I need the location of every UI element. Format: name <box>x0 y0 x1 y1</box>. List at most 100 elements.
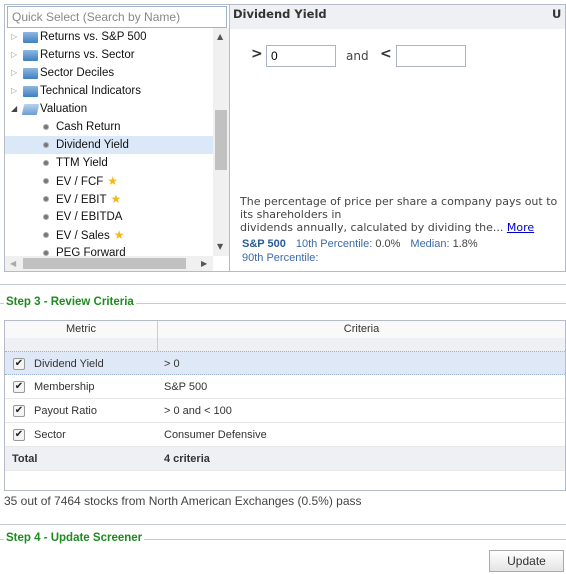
p90-label: 90th Percentile: <box>242 252 319 264</box>
vertical-scrollbar[interactable]: ▲ ▼ <box>213 28 229 256</box>
scroll-up-icon[interactable]: ▲ <box>217 32 223 41</box>
collapsed-arrow-icon[interactable]: ▷ <box>11 46 17 64</box>
tree-leaf-label: PEG Forward <box>56 247 126 256</box>
column-header-metric[interactable]: Metric <box>5 321 158 351</box>
row-checkbox[interactable]: ✔ <box>13 405 25 417</box>
tree-leaf[interactable]: EV / FCF ★ <box>5 172 213 190</box>
pass-count-status: 35 out of 7464 stocks from North America… <box>4 494 362 508</box>
criteria-cell: > 0 and < 100 <box>164 405 232 417</box>
stats-index-label: S&P 500 <box>242 238 286 250</box>
metric-tree-panel: ▷Returns vs. S&P 500▷Returns vs. Sector▷… <box>4 4 230 272</box>
more-link[interactable]: More <box>507 221 534 234</box>
tree-folder-label: Returns vs. Sector <box>40 49 135 61</box>
criteria-cell: Consumer Defensive <box>164 429 267 441</box>
criteria-row[interactable]: ✔ Payout Ratio > 0 and < 100 <box>5 399 565 423</box>
folder-icon <box>23 50 38 61</box>
expanded-arrow-icon[interactable]: ◢ <box>11 100 17 118</box>
row-checkbox[interactable]: ✔ <box>13 381 25 393</box>
metric-cell: Membership <box>34 381 95 393</box>
folder-icon <box>23 86 38 97</box>
bullet-icon <box>43 160 49 166</box>
tree-leaf-label: EV / Sales <box>56 230 110 242</box>
divider <box>0 284 566 285</box>
star-icon: ★ <box>110 192 122 206</box>
collapsed-arrow-icon[interactable]: ▷ <box>11 82 17 100</box>
criteria-row[interactable]: ✔ Membership S&P 500 <box>5 375 565 399</box>
step4-title: Step 4 - Update Screener <box>4 532 145 544</box>
tree-leaf-label: Dividend Yield <box>56 139 129 151</box>
description-line: dividends annually, calculated by dividi… <box>240 221 507 234</box>
metric-cell: Dividend Yield <box>34 358 104 370</box>
median-label: Median: <box>410 238 450 250</box>
bullet-icon <box>43 196 49 202</box>
median-value: 1.8% <box>452 238 478 250</box>
scroll-right-icon[interactable]: ▶ <box>201 259 207 268</box>
p10-label: 10th Percentile: <box>295 238 373 250</box>
tree-folder[interactable]: ▷ Sector Deciles <box>5 64 213 82</box>
criteria-table: Metric Criteria ✔ Dividend Yield > 0 ✔ Membe… <box>4 320 566 491</box>
max-value-input[interactable] <box>396 45 466 67</box>
header-right-label: U <box>552 7 562 21</box>
total-value: 4 criteria <box>164 453 210 465</box>
star-icon: ★ <box>113 228 125 242</box>
detail-header: Dividend Yield U <box>230 5 565 29</box>
bullet-icon <box>43 124 49 130</box>
description-line: The percentage of price per share a comp… <box>240 195 558 221</box>
p10-value: 0.0% <box>375 238 401 250</box>
scroll-down-icon[interactable]: ▼ <box>217 242 223 251</box>
metric-cell: Payout Ratio <box>34 405 97 417</box>
tree-folder-label: Valuation <box>40 103 88 115</box>
scrollbar-thumb[interactable] <box>23 258 186 269</box>
collapsed-arrow-icon[interactable]: ▷ <box>11 64 17 82</box>
min-value-input[interactable] <box>266 45 336 67</box>
less-than-icon: < <box>380 46 392 62</box>
row-checkbox[interactable]: ✔ <box>13 358 25 370</box>
bullet-icon <box>43 178 49 184</box>
tree-leaf-label: EV / EBIT <box>56 194 107 206</box>
tree-folder-label: Sector Deciles <box>40 67 115 79</box>
tree-folder[interactable]: ▷ Returns vs. Sector <box>5 46 213 64</box>
criteria-row[interactable]: ✔ Sector Consumer Defensive <box>5 423 565 447</box>
bullet-icon <box>43 214 49 220</box>
and-label: and <box>346 49 369 63</box>
tree-leaf-label: Cash Return <box>56 121 121 133</box>
step3-title: Step 3 - Review Criteria <box>4 296 136 308</box>
criteria-cell: > 0 <box>164 358 180 370</box>
total-label: Total <box>12 453 38 465</box>
star-icon: ★ <box>107 174 119 188</box>
tree-leaf[interactable]: EV / EBIT ★ <box>5 190 213 208</box>
tree-leaf[interactable]: Dividend Yield <box>5 136 213 154</box>
metric-detail-panel: Dividend Yield U > and < The percentage … <box>230 4 566 272</box>
tree-leaf[interactable]: Cash Return <box>5 118 213 136</box>
tree-leaf-label: TTM Yield <box>56 157 108 169</box>
metric-description: The percentage of price per share a comp… <box>240 195 560 234</box>
criteria-cell: S&P 500 <box>164 381 208 393</box>
tree-folder-label: Returns vs. S&P 500 <box>40 31 147 43</box>
collapsed-arrow-icon[interactable]: ▷ <box>11 28 17 46</box>
tree-leaf[interactable]: EV / Sales ★ <box>5 226 213 244</box>
column-header-criteria[interactable]: Criteria <box>158 321 565 351</box>
tree-leaf-label: EV / EBITDA <box>56 211 123 223</box>
tree-folder[interactable]: ◢ Valuation <box>5 100 213 118</box>
folder-icon <box>23 68 38 79</box>
tree-leaf[interactable]: PEG Forward <box>5 244 213 256</box>
criteria-row[interactable]: ✔ Dividend Yield > 0 <box>5 351 565 375</box>
horizontal-scrollbar[interactable]: ◀ ▶ <box>5 256 213 271</box>
total-row: Total 4 criteria <box>5 447 565 471</box>
bullet-icon <box>43 232 49 238</box>
divider <box>0 524 566 525</box>
update-button[interactable]: Update <box>489 550 564 572</box>
greater-than-icon: > <box>251 46 263 62</box>
quick-select-search-input[interactable] <box>7 6 227 28</box>
tree-leaf[interactable]: TTM Yield <box>5 154 213 172</box>
tree-folder[interactable]: ▷ Technical Indicators <box>5 82 213 100</box>
scrollbar-thumb[interactable] <box>215 110 227 170</box>
row-checkbox[interactable]: ✔ <box>13 429 25 441</box>
tree-folder[interactable]: ▷ Returns vs. S&P 500 <box>5 28 213 46</box>
tree-leaf[interactable]: EV / EBITDA <box>5 208 213 226</box>
tree-folder-label: Technical Indicators <box>40 85 141 97</box>
metric-cell: Sector <box>34 429 66 441</box>
scroll-left-icon[interactable]: ◀ <box>10 259 16 268</box>
detail-title: Dividend Yield <box>233 7 327 21</box>
bullet-icon <box>43 142 49 148</box>
